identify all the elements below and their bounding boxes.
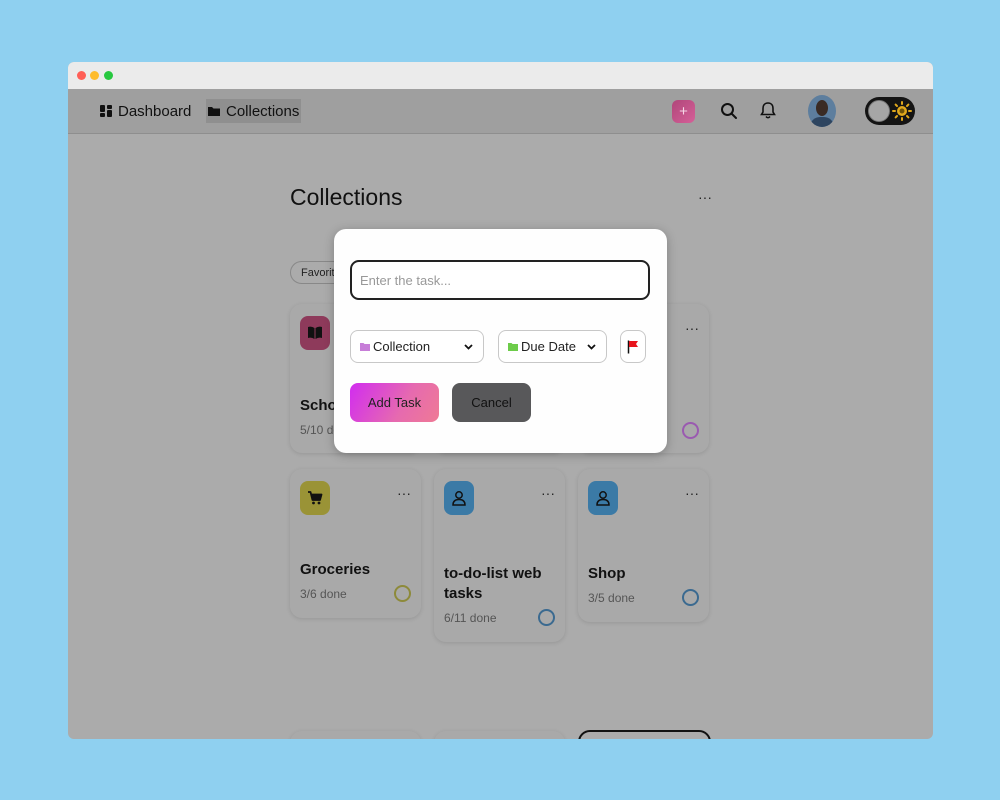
dashboard-icon [100,105,112,117]
collection-card-shop[interactable]: ··· Shop 3/5 done [578,469,709,622]
cancel-button[interactable]: Cancel [452,383,531,422]
nav-dashboard[interactable]: Dashboard [98,99,193,123]
progress-ring [538,609,555,626]
close-window-dot[interactable] [77,71,86,80]
card-more-button[interactable]: ··· [541,485,555,501]
due-date-select-label: Due Date [521,339,576,354]
cart-icon [308,491,323,505]
add-task-modal: Collection Due Date Add Task Cancel [334,229,667,453]
user-avatar[interactable] [808,95,836,127]
user-icon [452,491,466,506]
nav-collections[interactable]: Collections [206,99,302,123]
collection-select-label: Collection [373,339,431,354]
add-task-submit-button[interactable]: Add Task [350,383,439,422]
nav-collections-label: Collections [226,102,300,120]
card-progress: 6/11 done [444,611,497,625]
card-title: to-do-list web tasks [444,565,542,602]
sun-icon [892,101,912,121]
page-title: Collections [290,184,403,210]
collection-card-web-tasks[interactable]: ··· to-do-list web tasks 6/11 done [434,469,565,642]
minimize-window-dot[interactable] [90,71,99,80]
collection-card[interactable]: ··· [290,731,421,739]
maximize-window-dot[interactable] [104,71,113,80]
due-date-select[interactable]: Due Date [498,330,607,363]
flag-icon [627,340,638,353]
card-icon-tile [300,481,330,515]
top-navbar: Dashboard Collections + [68,89,933,134]
add-task-button[interactable]: + [672,100,695,123]
theme-toggle[interactable] [865,97,915,125]
new-collection-button[interactable]: + [578,730,711,739]
card-icon-tile [444,481,474,515]
card-more-button[interactable]: ··· [685,485,699,501]
folder-icon [508,343,518,351]
folder-icon [360,343,370,351]
collection-select[interactable]: Collection [350,330,484,363]
chevron-down-icon [464,344,473,350]
collection-card[interactable]: ··· [434,731,565,739]
progress-ring [682,589,699,606]
collection-card-groceries[interactable]: ··· Groceries 3/6 done [290,469,421,618]
search-icon[interactable] [720,102,738,120]
page-more-button[interactable]: ··· [698,189,712,205]
task-input[interactable] [350,260,650,300]
card-title: Groceries [300,561,371,578]
priority-flag-button[interactable] [620,330,646,363]
card-icon-tile [300,316,330,350]
card-progress: 3/6 done [300,587,347,601]
card-more-button[interactable]: ··· [685,320,699,336]
toggle-knob [868,100,890,122]
user-icon [596,491,610,506]
chevron-down-icon [587,344,596,350]
card-more-button[interactable]: ··· [397,485,411,501]
nav-dashboard-label: Dashboard [118,102,192,120]
card-progress: 3/5 done [588,591,635,605]
progress-ring [394,585,411,602]
book-icon [308,326,322,339]
card-icon-tile [588,481,618,515]
card-title: Shop [588,565,626,582]
progress-ring [682,422,699,439]
bell-icon[interactable] [760,101,776,120]
window-titlebar [68,62,933,89]
folder-icon [208,107,220,116]
